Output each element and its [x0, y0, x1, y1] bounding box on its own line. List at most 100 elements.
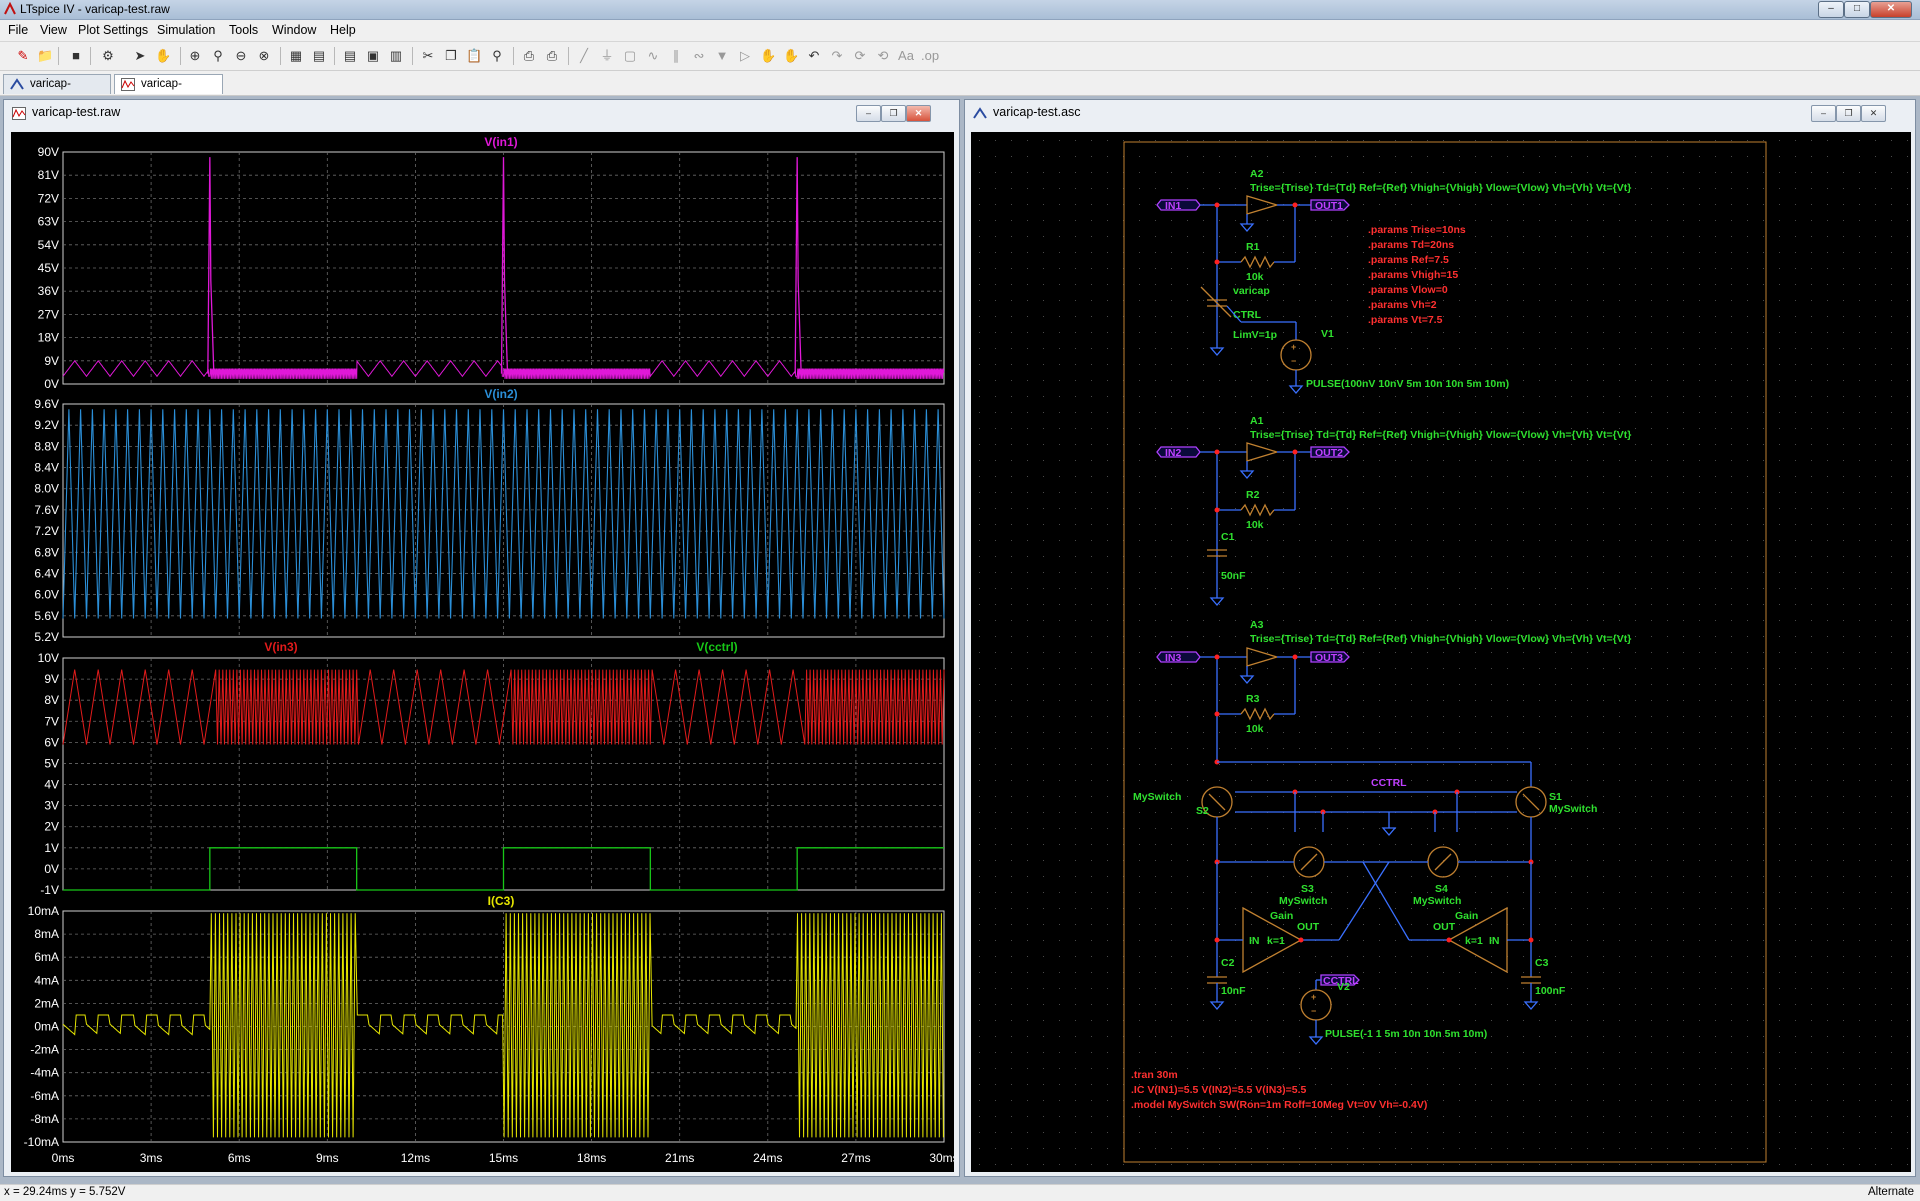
plot-settings-icon[interactable]: ▤ [311, 48, 327, 64]
waveform-plot-area[interactable]: 90V 81V 72V 63V 54V 45V 36V 27V 18V 9V 0V 9.6V 9.2V 8… [11, 132, 954, 1172]
x-tick-label: 24ms [753, 1151, 782, 1165]
x-tick-label: 21ms [665, 1151, 694, 1165]
child-restore-button[interactable]: ❐ [1836, 105, 1861, 122]
save-icon[interactable]: ■ [68, 48, 84, 64]
zoom-in-icon[interactable]: ⊕ [187, 48, 203, 64]
y-tick-label: 6.0V [34, 588, 59, 602]
svg-text:.params Vt=7.5: .params Vt=7.5 [1368, 314, 1443, 326]
menu-file[interactable]: File [8, 23, 28, 37]
trace-label-ic3[interactable]: I(C3) [488, 894, 515, 908]
svg-text:IN: IN [1249, 935, 1260, 947]
schematic-canvas[interactable]: A2 Trise={Trise} Td={Td} Ref={Ref} Vhigh… [971, 132, 1911, 1172]
svg-text:−: − [1311, 1006, 1316, 1016]
minimize-button[interactable]: – [1818, 1, 1844, 18]
rotate-icon[interactable]: ⟳ [852, 48, 868, 64]
mirror-icon[interactable]: ⟲ [875, 48, 891, 64]
zoom-out-icon[interactable]: ⊖ [233, 48, 249, 64]
cascade-icon[interactable]: ▣ [365, 48, 381, 64]
tile-vertical-icon[interactable]: ▥ [388, 48, 404, 64]
autorange-icon[interactable]: ▦ [288, 48, 304, 64]
y-tick-label: 1V [44, 841, 59, 855]
child-close-button[interactable]: ✕ [1861, 105, 1886, 122]
diode-icon[interactable]: ▼ [714, 48, 730, 64]
maximize-button[interactable]: □ [1844, 1, 1870, 18]
menu-help[interactable]: Help [330, 23, 356, 37]
trace-label-vcctrl[interactable]: V(cctrl) [696, 640, 737, 654]
tab-varicap-raw[interactable]: varicap-test.raw [114, 74, 223, 109]
trace-label-vin3[interactable]: V(in3) [264, 640, 297, 654]
menu-plot-settings[interactable]: Plot Settings [78, 23, 148, 37]
run-icon[interactable]: ➤ [132, 48, 148, 64]
new-schematic-icon[interactable]: ✎ [15, 48, 31, 64]
halt-icon[interactable]: ✋ [155, 48, 171, 64]
a1-params: Trise={Trise} Td={Td} Ref={Ref} Vhigh={V… [1250, 429, 1631, 441]
child-minimize-button[interactable]: – [856, 105, 881, 122]
y-tick-label: 8.8V [34, 439, 59, 453]
resistor-icon[interactable]: ∿ [645, 48, 661, 64]
y-tick-label: -8mA [30, 1112, 59, 1126]
paste-icon[interactable]: 📋 [466, 48, 482, 64]
copy-icon[interactable]: ❐ [443, 48, 459, 64]
label-s1-model: MySwitch [1549, 803, 1597, 815]
child-restore-button[interactable]: ❐ [881, 105, 906, 122]
label-s2: S2 [1196, 805, 1209, 817]
label-c1-value: 50nF [1221, 570, 1246, 582]
y-tick-label: 2mA [34, 996, 59, 1010]
spice-directive-icon[interactable]: .op [921, 48, 939, 64]
tab-varicap-asc[interactable]: varicap-test.asc [3, 74, 111, 109]
y-tick-label: 8V [44, 693, 59, 707]
waveform-window-title: varicap-test.raw [32, 105, 121, 119]
child-minimize-button[interactable]: – [1811, 105, 1836, 122]
y-tick-label: 9.2V [34, 418, 59, 432]
y-tick-label: 7V [44, 714, 59, 728]
y-tick-label: 8mA [34, 927, 59, 941]
y-tick-label: 5.6V [34, 609, 59, 623]
control-panel-icon[interactable]: ⚙ [100, 48, 116, 64]
title-bar: LTspice IV - varicap-test.raw – □ ✕ [0, 0, 1920, 20]
label-a1: A1 [1250, 415, 1264, 427]
label-v1-pulse: PULSE(100nV 10nV 5m 10n 10n 5m 10m) [1306, 378, 1509, 390]
cursor-coordinates: x = 29.24ms y = 5.752V [4, 1186, 126, 1198]
undo-icon[interactable]: ↶ [806, 48, 822, 64]
x-tick-label: 0ms [52, 1151, 75, 1165]
inductor-icon[interactable]: ∾ [691, 48, 707, 64]
y-tick-label: 18V [38, 331, 59, 345]
find-icon[interactable]: ⚲ [489, 48, 505, 64]
wire-icon[interactable]: ╱ [576, 48, 592, 64]
close-button[interactable]: ✕ [1870, 1, 1912, 18]
label-r1: R1 [1246, 241, 1260, 253]
tile-horizontal-icon[interactable]: ▤ [342, 48, 358, 64]
label-s3-model: MySwitch [1279, 895, 1327, 907]
menu-simulation[interactable]: Simulation [157, 23, 215, 37]
ground-icon[interactable]: ⏚ [599, 48, 615, 64]
cut-icon[interactable]: ✂ [420, 48, 436, 64]
svg-text:OUT: OUT [1297, 921, 1320, 933]
component-icon[interactable]: ▷ [737, 48, 753, 64]
trace-label-vin1[interactable]: V(in1) [484, 135, 517, 149]
y-tick-label: -1V [40, 883, 59, 897]
label-c2-value: 10nF [1221, 985, 1246, 997]
y-tick-label: 54V [38, 238, 59, 252]
print-preview-icon[interactable]: ⎙ [521, 48, 537, 64]
drag-icon[interactable]: ✋ [783, 48, 799, 64]
y-tick-label: 6.8V [34, 545, 59, 559]
menu-tools[interactable]: Tools [229, 23, 258, 37]
text-icon[interactable]: Aa [898, 48, 914, 64]
y-tick-label: 8.0V [34, 482, 59, 496]
menu-view[interactable]: View [40, 23, 67, 37]
child-close-button[interactable]: ✕ [906, 105, 931, 122]
redo-icon[interactable]: ↷ [829, 48, 845, 64]
svg-text:−: − [1291, 356, 1296, 366]
label-out2: OUT2 [1315, 447, 1343, 459]
ltspice-app-icon [4, 2, 16, 15]
y-tick-label: -2mA [30, 1043, 59, 1057]
menu-window[interactable]: Window [272, 23, 316, 37]
label-net-icon[interactable]: ▢ [622, 48, 638, 64]
trace-label-vin2[interactable]: V(in2) [484, 387, 517, 401]
print-icon[interactable]: ⎙ [544, 48, 560, 64]
zoom-box-icon[interactable]: ⚲ [210, 48, 226, 64]
move-icon[interactable]: ✋ [760, 48, 776, 64]
open-folder-icon[interactable]: 📁 [37, 48, 53, 64]
capacitor-icon[interactable]: ∥ [668, 48, 684, 64]
zoom-fit-icon[interactable]: ⊗ [256, 48, 272, 64]
